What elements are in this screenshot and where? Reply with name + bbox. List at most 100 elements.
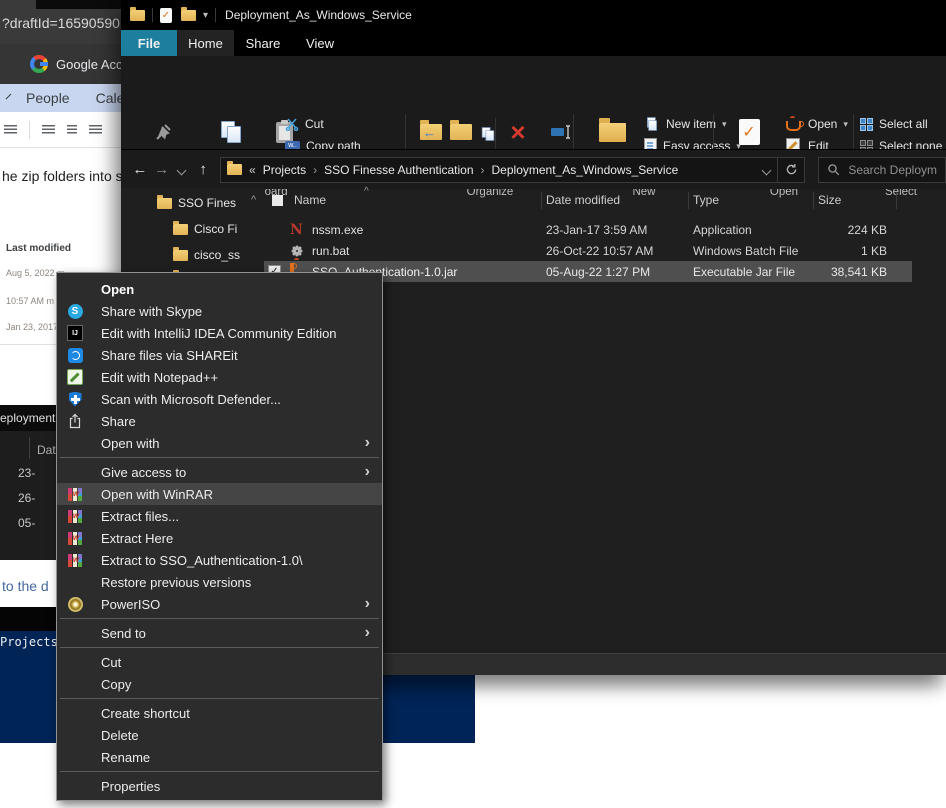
sidebar-item-cisco[interactable]: Cisco Fi bbox=[173, 222, 237, 236]
browser-url-text[interactable]: ?draftId=16590590 bbox=[2, 15, 120, 31]
folder-icon bbox=[157, 198, 172, 209]
menu-item-share-with-skype[interactable]: S Share with Skype bbox=[57, 300, 382, 322]
file-row-nssm[interactable]: N nssm.exe 23-Jan-17 3:59 AM Application… bbox=[264, 219, 912, 240]
open-button[interactable]: Open ▾ bbox=[784, 114, 848, 134]
indent-icon[interactable] bbox=[4, 125, 17, 134]
breadcrumb-collapse[interactable]: « bbox=[249, 163, 256, 177]
menu-item-extract-to-folder[interactable]: w Extract to SSO_Authentication-1.0\ bbox=[57, 549, 382, 571]
back-button[interactable]: ← bbox=[129, 161, 151, 178]
menu-item-poweriso[interactable]: PowerISO › bbox=[57, 593, 382, 615]
tab-share[interactable]: Share bbox=[234, 30, 292, 56]
breadcrumb-item[interactable]: Deployment_As_Windows_Service bbox=[492, 163, 679, 177]
menu-separator bbox=[60, 457, 379, 458]
breadcrumb[interactable]: « Projects › SSO Finesse Authentication … bbox=[220, 157, 805, 183]
select-all-checkbox[interactable] bbox=[272, 195, 283, 206]
menu-item-scan-with-defender[interactable]: Scan with Microsoft Defender... bbox=[57, 388, 382, 410]
qat-divider bbox=[152, 8, 153, 22]
browser-account-row[interactable]: Google Account bbox=[0, 44, 121, 84]
file-name: run.bat bbox=[312, 244, 349, 258]
tab-view[interactable]: View bbox=[292, 30, 348, 56]
sidebar-item-label: cisco_ss bbox=[194, 248, 240, 262]
browser-url-bar: ?draftId=16590590 bbox=[0, 0, 121, 44]
menu-item-edit-with-notepadpp[interactable]: Edit with Notepad++ bbox=[57, 366, 382, 388]
file-type: Application bbox=[693, 223, 752, 237]
sidebar-item-sso-finesse[interactable]: SSO Fines bbox=[157, 196, 236, 210]
menu-item-open[interactable]: Open bbox=[57, 278, 382, 300]
file-row-runbat[interactable]: run.bat 26-Oct-22 10:57 AM Windows Batch… bbox=[264, 240, 912, 261]
qat-folder-icon[interactable] bbox=[181, 10, 196, 21]
menu-item-restore-previous-versions[interactable]: Restore previous versions bbox=[57, 571, 382, 593]
column-header-type[interactable]: Type bbox=[693, 193, 719, 207]
scrollbar-up-icon[interactable]: ^ bbox=[251, 194, 256, 206]
column-divider[interactable] bbox=[896, 192, 897, 209]
line-spacing-icon[interactable] bbox=[67, 125, 77, 134]
file-size: 38,541 KB bbox=[813, 265, 887, 279]
menu-item-share[interactable]: Share bbox=[57, 410, 382, 432]
doc-text-line: he zip folders into s bbox=[2, 168, 123, 184]
align-icon[interactable] bbox=[42, 125, 55, 134]
chevron-down-icon[interactable] bbox=[6, 94, 12, 100]
share-icon bbox=[67, 413, 83, 429]
address-dropdown-icon[interactable] bbox=[763, 163, 770, 177]
menu-item-delete[interactable]: Delete bbox=[57, 724, 382, 746]
breadcrumb-item[interactable]: Projects bbox=[263, 163, 306, 177]
menu-item-rename[interactable]: Rename bbox=[57, 746, 382, 768]
qat-dropdown-icon[interactable]: ▾ bbox=[203, 10, 208, 21]
crumb-separator: › bbox=[481, 163, 485, 177]
column-header-name[interactable]: Name bbox=[294, 193, 326, 207]
column-divider[interactable] bbox=[688, 192, 689, 209]
menu-item-open-with-winrar[interactable]: w Open with WinRAR bbox=[57, 483, 382, 505]
refresh-icon[interactable] bbox=[785, 163, 798, 176]
tab-file[interactable]: File bbox=[121, 30, 177, 56]
menu-item-cut[interactable]: Cut bbox=[57, 651, 382, 673]
qat-divider bbox=[215, 8, 216, 22]
qat-properties-icon[interactable]: ✓ bbox=[160, 8, 172, 23]
java-cup-icon bbox=[784, 117, 802, 131]
forward-button[interactable]: → bbox=[151, 161, 173, 178]
pin-icon bbox=[153, 116, 173, 148]
tab-people[interactable]: People bbox=[26, 90, 70, 106]
menu-item-edit-with-intellij[interactable]: IJ Edit with IntelliJ IDEA Community Edi… bbox=[57, 322, 382, 344]
menu-item-properties[interactable]: Properties bbox=[57, 775, 382, 797]
menu-item-send-to[interactable]: Send to › bbox=[57, 622, 382, 644]
background-row-date: 05- bbox=[18, 516, 35, 530]
cut-button[interactable]: Cut bbox=[285, 114, 324, 134]
column-divider[interactable] bbox=[541, 192, 542, 209]
column-divider[interactable] bbox=[813, 192, 814, 209]
breadcrumb-item[interactable]: SSO Finesse Authentication bbox=[324, 163, 473, 177]
menu-item-copy[interactable]: Copy bbox=[57, 673, 382, 695]
tab-home[interactable]: Home bbox=[177, 30, 234, 56]
file-size: 1 KB bbox=[813, 244, 887, 258]
cut-label: Cut bbox=[305, 117, 324, 131]
new-item-button[interactable]: New item ▾ bbox=[644, 114, 727, 134]
new-folder-icon bbox=[599, 116, 626, 148]
search-placeholder: Search Deploym bbox=[848, 163, 937, 177]
submenu-arrow-icon: › bbox=[365, 435, 370, 451]
doc-text-line-2: to the d bbox=[2, 578, 49, 594]
submenu-arrow-icon: › bbox=[365, 596, 370, 612]
menu-item-share-files-via-shareit[interactable]: Share files via SHAREit bbox=[57, 344, 382, 366]
ribbon-tab-bar: File Home Share View bbox=[121, 30, 946, 56]
menu-separator bbox=[60, 771, 379, 772]
column-header-date[interactable]: Date modified bbox=[546, 193, 620, 207]
up-button[interactable]: ↑ bbox=[192, 161, 214, 178]
sidebar-item-cisco-ss[interactable]: cisco_ss bbox=[173, 248, 240, 262]
search-input[interactable]: Search Deploym bbox=[818, 157, 946, 183]
menu-item-open-with[interactable]: Open with › bbox=[57, 432, 382, 454]
skype-icon: S bbox=[67, 303, 83, 319]
explorer-titlebar[interactable]: ✓ ▾ Deployment_As_Windows_Service bbox=[121, 0, 946, 30]
winrar-icon: w bbox=[67, 530, 83, 546]
menu-item-give-access-to[interactable]: Give access to › bbox=[57, 461, 382, 483]
list-icon[interactable] bbox=[89, 125, 102, 134]
menu-item-extract-files[interactable]: w Extract files... bbox=[57, 505, 382, 527]
sort-ascending-icon[interactable]: ^ bbox=[364, 186, 369, 197]
qat-folder-icon[interactable] bbox=[130, 10, 145, 21]
move-to-icon: ← bbox=[420, 116, 442, 148]
recent-locations-button[interactable] bbox=[173, 161, 191, 179]
column-header-size[interactable]: Size bbox=[818, 193, 841, 207]
left-arrow-glyph: ← bbox=[423, 125, 436, 140]
menu-item-create-shortcut[interactable]: Create shortcut bbox=[57, 702, 382, 724]
poweriso-disc-icon bbox=[67, 596, 83, 612]
menu-item-extract-here[interactable]: w Extract Here bbox=[57, 527, 382, 549]
select-all-button[interactable]: Select all bbox=[860, 114, 928, 134]
